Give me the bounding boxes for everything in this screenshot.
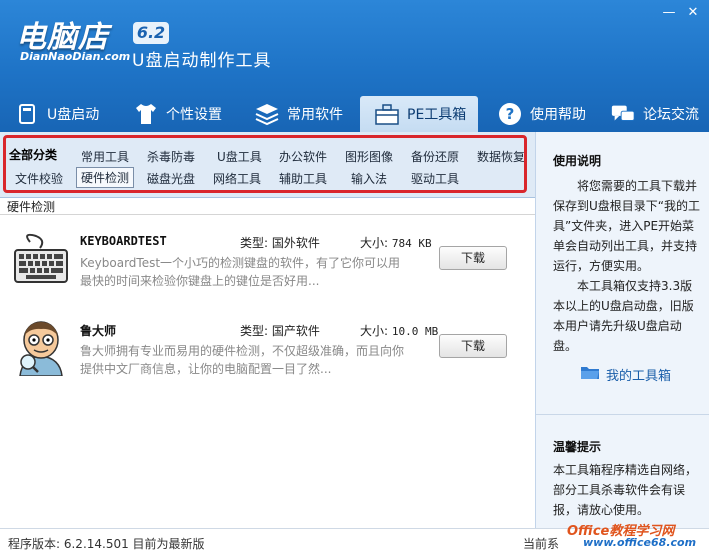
nav-common-software[interactable]: 常用软件 — [254, 96, 343, 132]
tshirt-icon — [133, 101, 159, 127]
nav-label: 个性设置 — [166, 107, 222, 123]
version-status: 程序版本: 6.2.14.501 目前为最新版 — [8, 537, 205, 551]
my-toolbox-link[interactable]: 我的工具箱 — [580, 364, 671, 384]
minimize-button[interactable]: — — [658, 4, 680, 22]
version-badge: 6.2 — [133, 22, 169, 44]
system-status: 当前系 — [523, 537, 560, 551]
type-label: 类型: — [240, 324, 269, 338]
close-button[interactable]: ✕ — [682, 4, 704, 22]
type-value: 国外软件 — [271, 236, 320, 250]
usage-title: 使用说明 — [553, 154, 602, 168]
item-name: 鲁大师 — [80, 324, 117, 338]
info-panel: 使用说明 将您需要的工具下载并保存到U盘根目录下“我的工具”文件夹，进入PE开始… — [535, 132, 709, 528]
folder-icon — [580, 364, 600, 384]
category-backup[interactable]: 备份还原 — [411, 148, 459, 165]
list-item: 鲁大师 类型: 国产软件 大小: 10.0 MB 鲁大师拥有专业而易用的硬件检测… — [0, 318, 535, 404]
ludashi-avatar-icon — [12, 318, 70, 377]
nav-label: 常用软件 — [287, 107, 343, 123]
app-header: 电脑店 DianNaoDian.com 6.2 U盘启动制作工具 — ✕ U盘启… — [0, 0, 709, 132]
item-type: 类型: 国产软件 — [240, 322, 320, 339]
nav-label: 使用帮助 — [530, 107, 586, 123]
size-label: 大小: — [360, 236, 389, 250]
nav-help[interactable]: ? 使用帮助 — [497, 96, 586, 132]
category-disk[interactable]: 磁盘光盘 — [147, 170, 195, 187]
size-value: 10.0 MB — [391, 325, 439, 338]
keyboard-icon — [12, 230, 70, 288]
svg-text:?: ? — [506, 105, 515, 123]
size-value: 784 KB — [391, 237, 432, 250]
nav-pe-toolbox[interactable]: PE工具箱 — [360, 96, 478, 132]
stack-icon — [254, 101, 280, 127]
help-icon: ? — [497, 101, 523, 127]
toolbox-icon — [374, 101, 400, 127]
category-assist[interactable]: 辅助工具 — [279, 170, 327, 187]
category-antivirus[interactable]: 杀毒防毒 — [147, 148, 195, 165]
chat-icon — [610, 101, 636, 127]
item-description: KeyboardTest一个小巧的检测键盘的软件，有了它你可以用最快的时间来检验… — [80, 256, 401, 288]
item-size: 大小: 784 KB — [360, 234, 432, 251]
category-network[interactable]: 网络工具 — [213, 170, 261, 187]
nav-label: 论坛交流 — [643, 107, 699, 123]
software-list: 硬件检测 KEYBOARDTEST 类型: 国外软件 大小: 784 KB Ke… — [0, 198, 535, 528]
nav-label: PE工具箱 — [407, 107, 467, 123]
category-bar: 全部分类 常用工具 杀毒防毒 U盘工具 办公软件 图形图像 备份还原 数据恢复 … — [0, 132, 535, 198]
size-label: 大小: — [360, 324, 389, 338]
item-size: 大小: 10.0 MB — [360, 322, 438, 339]
download-button[interactable]: 下载 — [439, 334, 507, 358]
download-button[interactable]: 下载 — [439, 246, 507, 270]
category-drivers[interactable]: 驱动工具 — [411, 170, 459, 187]
item-description: 鲁大师拥有专业而易用的硬件检测，不仅超级准确，而且向你提供中文厂商信息，让你的电… — [80, 344, 405, 376]
logo-domain: DianNaoDian.com — [20, 50, 131, 63]
nav-usb-boot[interactable]: U盘启动 — [14, 96, 99, 132]
item-type: 类型: 国外软件 — [240, 234, 320, 251]
tips-text: 本工具箱程序精选自网络，部分工具杀毒软件会有误报，请放心使用。 — [553, 463, 698, 517]
divider — [536, 414, 709, 415]
usb-drive-icon — [14, 101, 40, 127]
category-file-check[interactable]: 文件校验 — [15, 170, 63, 187]
category-common-tools[interactable]: 常用工具 — [81, 148, 129, 165]
type-label: 类型: — [240, 236, 269, 250]
type-value: 国产软件 — [271, 324, 320, 338]
list-item: KEYBOARDTEST 类型: 国外软件 大小: 784 KB Keyboar… — [0, 230, 535, 316]
category-office[interactable]: 办公软件 — [279, 148, 327, 165]
usage-text: 将您需要的工具下载并保存到U盘根目录下“我的工具”文件夹，进入PE开始菜单会自动… — [553, 179, 701, 273]
nav-forum[interactable]: 论坛交流 — [610, 96, 699, 132]
product-name: U盘启动制作工具 — [132, 51, 272, 71]
item-name: KEYBOARDTEST — [80, 234, 167, 248]
watermark-url: www.office68.com — [583, 536, 697, 549]
main-nav: U盘启动 个性设置 常用软件 PE工具箱 ? 使用帮助 论坛交流 — [0, 96, 709, 132]
nav-personal-settings[interactable]: 个性设置 — [133, 96, 222, 132]
category-all[interactable]: 全部分类 — [9, 146, 57, 163]
tips-title: 温馨提示 — [553, 440, 602, 454]
category-graphics[interactable]: 图形图像 — [345, 148, 393, 165]
my-toolbox-label: 我的工具箱 — [606, 368, 672, 384]
category-hardware-detect[interactable]: 硬件检测 — [76, 167, 135, 188]
category-data-recovery[interactable]: 数据恢复 — [477, 148, 524, 165]
category-input-method[interactable]: 输入法 — [351, 170, 387, 187]
usage-note: 本工具箱仅支持3.3版本以上的U盘启动盘，旧版本用户请先升级U盘启动盘。 — [553, 279, 694, 353]
divider — [0, 214, 535, 215]
nav-label: U盘启动 — [47, 107, 100, 123]
list-title: 硬件检测 — [7, 200, 56, 214]
category-usb-tools[interactable]: U盘工具 — [217, 148, 262, 165]
